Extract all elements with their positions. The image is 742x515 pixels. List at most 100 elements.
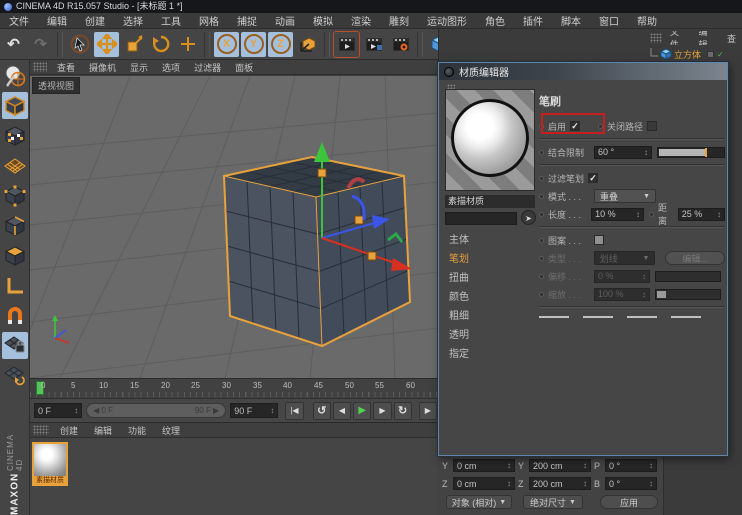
anim-dot-icon[interactable] bbox=[539, 238, 544, 243]
material-name-input[interactable] bbox=[445, 212, 517, 225]
workplane-mode-button[interactable] bbox=[2, 152, 28, 179]
points-mode-button[interactable] bbox=[2, 182, 28, 209]
anim-dot-icon[interactable] bbox=[539, 176, 544, 181]
scale-slider[interactable] bbox=[655, 289, 721, 300]
offset-field[interactable]: 0 % ↕ bbox=[594, 270, 650, 283]
coord-field-b[interactable]: 0 °↕ bbox=[605, 477, 657, 490]
om-menu-file[interactable]: 文件 bbox=[664, 31, 692, 45]
mat-menu-edit[interactable]: 编辑 bbox=[86, 424, 120, 437]
material-thumbnail[interactable]: 素描材质 bbox=[32, 442, 68, 486]
next-frame-button[interactable]: ▶ bbox=[373, 402, 391, 420]
lock-workplane-button[interactable] bbox=[2, 332, 28, 359]
page-main[interactable]: 主体 bbox=[445, 231, 535, 250]
redo-button[interactable]: ↷ bbox=[28, 32, 53, 57]
slider-handle[interactable] bbox=[657, 291, 666, 298]
pattern-checkbox[interactable] bbox=[594, 235, 604, 245]
visibility-dot-icon[interactable] bbox=[707, 51, 714, 58]
spinner-icon[interactable]: ↕ bbox=[644, 148, 648, 157]
mat-menu-texture[interactable]: 纹理 bbox=[154, 424, 188, 437]
menu-render[interactable]: 渲染 bbox=[342, 13, 380, 28]
menu-mesh[interactable]: 网格 bbox=[190, 13, 228, 28]
menu-script[interactable]: 脚本 bbox=[552, 13, 590, 28]
close-path-checkbox[interactable] bbox=[647, 121, 657, 131]
play-backwards-button[interactable]: ↺ bbox=[313, 402, 331, 420]
planar-workplane-button[interactable] bbox=[2, 362, 28, 389]
enable-axis-button[interactable] bbox=[2, 272, 28, 299]
spinner-icon[interactable]: ↕ bbox=[717, 210, 721, 219]
anim-dot-icon[interactable] bbox=[539, 212, 544, 217]
render-view-button[interactable] bbox=[334, 32, 359, 57]
spinner-icon[interactable]: ↕ bbox=[649, 479, 653, 488]
edit-pattern-button[interactable]: 编辑... bbox=[665, 251, 725, 265]
page-opacity[interactable]: 透明 bbox=[445, 326, 535, 345]
last-tool-button[interactable] bbox=[175, 32, 200, 57]
spinner-icon[interactable]: ↕ bbox=[636, 210, 640, 219]
render-settings-button[interactable] bbox=[388, 32, 413, 57]
lock-y-axis-button[interactable]: Y bbox=[241, 32, 266, 57]
anim-dot-icon[interactable] bbox=[539, 194, 544, 199]
spinner-icon[interactable]: ↕ bbox=[642, 290, 646, 299]
anim-dot-icon[interactable] bbox=[539, 256, 544, 261]
menu-sculpt[interactable]: 雕刻 bbox=[380, 13, 418, 28]
vp-menu-view[interactable]: 查看 bbox=[50, 61, 82, 74]
menu-character[interactable]: 角色 bbox=[476, 13, 514, 28]
menu-help[interactable]: 帮助 bbox=[628, 13, 666, 28]
coord-field-y-pos[interactable]: 0 cm↕ bbox=[453, 459, 515, 472]
anim-dot-icon[interactable] bbox=[539, 150, 544, 155]
edges-mode-button[interactable] bbox=[2, 212, 28, 239]
vp-menu-panel[interactable]: 面板 bbox=[228, 61, 260, 74]
previous-frame-button[interactable]: ◀ bbox=[333, 402, 351, 420]
menu-simulate[interactable]: 模拟 bbox=[304, 13, 342, 28]
timeline-ruler[interactable]: 0 5 10 15 20 25 30 35 40 45 50 55 60 bbox=[30, 378, 438, 398]
join-limit-slider[interactable] bbox=[657, 147, 725, 158]
menu-mograph[interactable]: 运动图形 bbox=[418, 13, 476, 28]
vp-menu-filter[interactable]: 过滤器 bbox=[187, 61, 228, 74]
spinner-icon[interactable]: ↕ bbox=[270, 406, 274, 415]
scale-tool-button[interactable] bbox=[121, 32, 146, 57]
menu-snap[interactable]: 捕捉 bbox=[228, 13, 266, 28]
menu-plugins[interactable]: 插件 bbox=[514, 13, 552, 28]
anim-dot-icon[interactable] bbox=[649, 212, 654, 217]
lock-x-axis-button[interactable]: X bbox=[214, 32, 239, 57]
menu-window[interactable]: 窗口 bbox=[590, 13, 628, 28]
frame-range-slider[interactable]: ◀ 0 F 90 F ▶ bbox=[86, 403, 226, 418]
lock-z-axis-button[interactable]: Z bbox=[268, 32, 293, 57]
texture-mode-button[interactable] bbox=[2, 122, 28, 149]
spinner-icon[interactable]: ↕ bbox=[649, 461, 653, 470]
render-picture-viewer-button[interactable] bbox=[361, 32, 386, 57]
current-frame-field[interactable]: 0 F ↕ bbox=[34, 403, 82, 418]
menu-edit[interactable]: 编辑 bbox=[38, 13, 76, 28]
play-button[interactable]: ▶ bbox=[353, 402, 371, 420]
material-manager-area[interactable]: 素描材质 bbox=[30, 438, 438, 515]
window-titlebar[interactable]: CINEMA 4D R15.057 Studio - [未标题 1 *] bbox=[0, 0, 742, 13]
page-strokes[interactable]: 笔划 bbox=[445, 250, 535, 269]
clipped-transport-button[interactable]: ▶ bbox=[419, 402, 437, 420]
spinner-icon[interactable]: ↕ bbox=[583, 479, 587, 488]
mode-dropdown[interactable]: 重叠 ▼ bbox=[594, 189, 656, 203]
end-frame-field[interactable]: 90 F ↕ bbox=[230, 403, 278, 418]
object-tree-row-cube[interactable]: 立方体 ✓ bbox=[648, 47, 742, 61]
live-selection-button[interactable] bbox=[67, 32, 92, 57]
coord-field-z-size[interactable]: 200 cm↕ bbox=[529, 477, 591, 490]
anim-dot-icon[interactable] bbox=[598, 124, 603, 129]
make-editable-button[interactable] bbox=[2, 62, 28, 89]
coord-field-z-pos[interactable]: 0 cm↕ bbox=[453, 477, 515, 490]
slider-marker[interactable] bbox=[705, 148, 707, 157]
spinner-icon[interactable]: ↕ bbox=[507, 461, 511, 470]
enabled-check-icon[interactable]: ✓ bbox=[717, 50, 724, 59]
enable-snap-button[interactable] bbox=[2, 302, 28, 329]
rotate-tool-button[interactable] bbox=[148, 32, 173, 57]
apply-button[interactable]: 应用 bbox=[600, 495, 658, 509]
page-thickness[interactable]: 粗细 bbox=[445, 307, 535, 326]
material-preview[interactable] bbox=[445, 89, 535, 191]
page-distort[interactable]: 扭曲 bbox=[445, 269, 535, 288]
spinner-icon[interactable]: ↕ bbox=[507, 479, 511, 488]
anim-dot-icon[interactable] bbox=[539, 274, 544, 279]
coord-mode-dropdown[interactable]: 对象 (相对)▼ bbox=[446, 495, 512, 509]
vp-menu-camera[interactable]: 摄像机 bbox=[82, 61, 123, 74]
distance-field[interactable]: 25 % ↕ bbox=[678, 208, 725, 221]
scale-field[interactable]: 100 % ↕ bbox=[594, 288, 650, 301]
menu-create[interactable]: 创建 bbox=[76, 13, 114, 28]
vp-menu-display[interactable]: 显示 bbox=[123, 61, 155, 74]
panel-grip[interactable] bbox=[33, 425, 49, 435]
